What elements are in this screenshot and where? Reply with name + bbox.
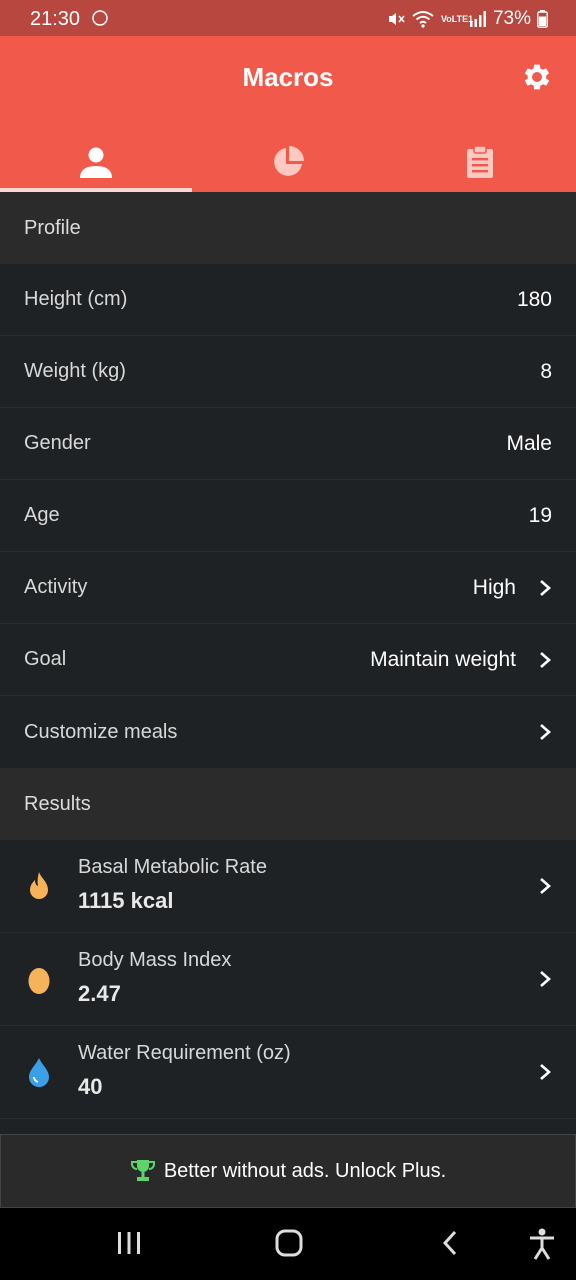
chevron-right-icon bbox=[540, 878, 551, 894]
tab-profile[interactable] bbox=[0, 132, 192, 192]
goal-row[interactable]: Goal Maintain weight bbox=[0, 624, 576, 696]
gender-value: Male bbox=[506, 431, 552, 455]
customize-meals-row[interactable]: Customize meals bbox=[0, 696, 576, 768]
age-label: Age bbox=[24, 504, 60, 526]
recent-apps-icon[interactable] bbox=[116, 1228, 142, 1258]
status-bar: 21:30 VoLTE1 73% bbox=[0, 0, 576, 36]
water-drop-icon bbox=[29, 1058, 49, 1087]
settings-gear-icon[interactable] bbox=[520, 60, 554, 94]
egg-icon bbox=[28, 968, 50, 994]
weight-row[interactable]: Weight (kg) 8 bbox=[0, 336, 576, 408]
chevron-right-icon bbox=[540, 651, 551, 668]
gender-label: Gender bbox=[24, 432, 91, 454]
network-label: VoLTE1 bbox=[440, 13, 474, 24]
weight-value: 8 bbox=[540, 359, 552, 383]
bmi-title: Body Mass Index bbox=[78, 949, 232, 971]
activity-value: High bbox=[472, 575, 516, 599]
do-not-disturb-icon bbox=[92, 10, 108, 26]
customize-meals-label: Customize meals bbox=[24, 720, 178, 743]
chevron-right-icon bbox=[540, 971, 551, 987]
height-row[interactable]: Height (cm) 180 bbox=[0, 264, 576, 336]
water-result[interactable]: Water Requirement (oz) 40 bbox=[0, 1026, 576, 1119]
tab-chart[interactable] bbox=[192, 132, 384, 192]
water-title: Water Requirement (oz) bbox=[78, 1042, 291, 1064]
accessibility-icon[interactable] bbox=[528, 1228, 556, 1260]
status-time: 21:30 bbox=[30, 8, 81, 30]
app-bar: Macros bbox=[0, 36, 576, 192]
profile-section-header: Profile bbox=[0, 192, 576, 264]
bmr-result[interactable]: Basal Metabolic Rate 1115 kcal bbox=[0, 840, 576, 933]
height-label: Height (cm) bbox=[24, 288, 128, 310]
activity-label: Activity bbox=[24, 576, 88, 598]
bmi-value: 2.47 bbox=[78, 981, 121, 1006]
water-value: 40 bbox=[78, 1074, 103, 1099]
wifi-icon bbox=[412, 11, 434, 28]
back-icon[interactable] bbox=[440, 1228, 460, 1258]
clipboard-icon bbox=[467, 145, 493, 178]
unlock-plus-banner[interactable]: Better without ads. Unlock Plus. bbox=[0, 1134, 576, 1208]
tab-meal-plan[interactable] bbox=[384, 132, 576, 192]
page-title: Macros bbox=[242, 62, 334, 92]
home-icon[interactable] bbox=[274, 1228, 304, 1258]
bmi-result[interactable]: Body Mass Index 2.47 bbox=[0, 933, 576, 1026]
chevron-right-icon bbox=[540, 724, 551, 740]
age-row[interactable]: Age 19 bbox=[0, 480, 576, 552]
flame-icon bbox=[30, 872, 48, 899]
goal-label: Goal bbox=[24, 648, 67, 670]
battery-icon bbox=[537, 10, 548, 28]
pie-chart-icon bbox=[274, 146, 304, 176]
bmr-value: 1115 kcal bbox=[78, 888, 174, 913]
trophy-icon bbox=[130, 1160, 155, 1181]
tab-bar bbox=[0, 132, 576, 192]
goal-value: Maintain weight bbox=[370, 647, 516, 671]
signal-icon bbox=[469, 11, 486, 27]
system-nav-bar bbox=[0, 1208, 576, 1280]
activity-row[interactable]: Activity High bbox=[0, 552, 576, 624]
chevron-right-icon bbox=[540, 1064, 551, 1080]
weight-label: Weight (kg) bbox=[24, 360, 126, 382]
battery-percent: 73% bbox=[492, 8, 531, 29]
bmr-title: Basal Metabolic Rate bbox=[78, 856, 267, 878]
person-icon bbox=[80, 147, 112, 178]
gender-row[interactable]: Gender Male bbox=[0, 408, 576, 480]
age-value: 19 bbox=[528, 503, 552, 527]
mute-icon bbox=[388, 13, 405, 25]
results-section-header: Results bbox=[0, 768, 576, 840]
chevron-right-icon bbox=[540, 579, 551, 596]
height-value: 180 bbox=[516, 287, 552, 311]
banner-text: Better without ads. Unlock Plus. bbox=[163, 1159, 447, 1182]
